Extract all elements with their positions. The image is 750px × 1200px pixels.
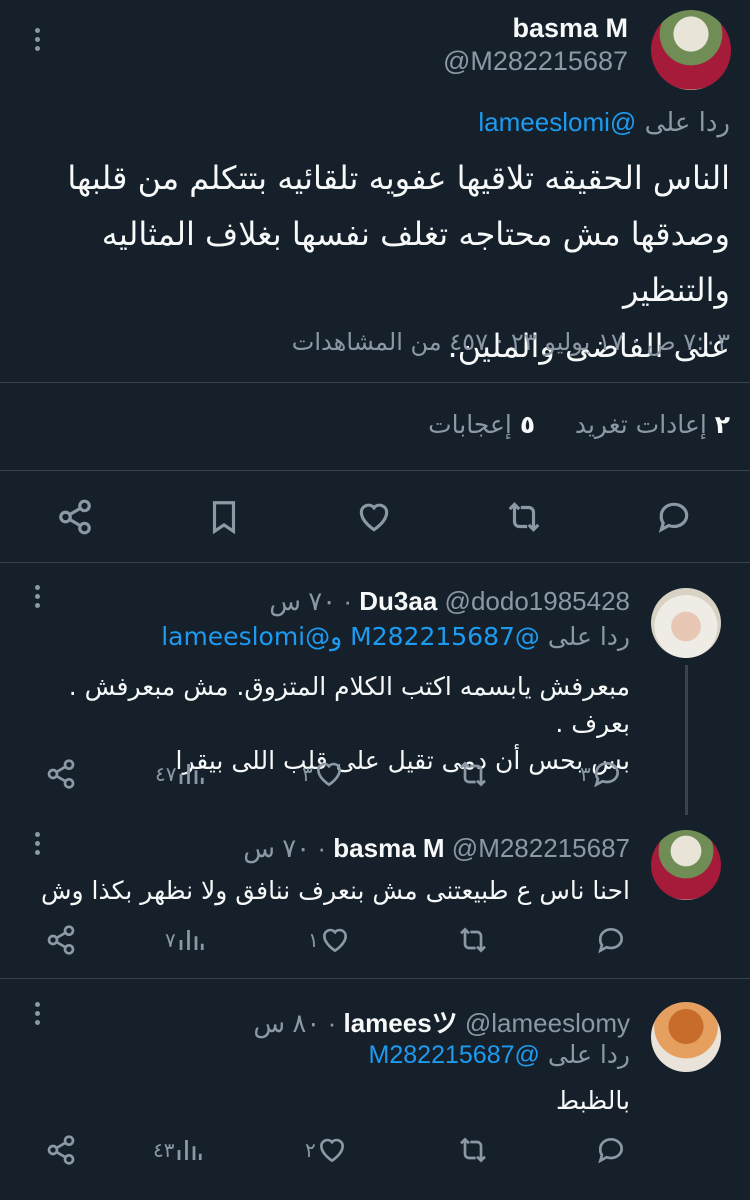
like-button[interactable]: ٢ (305, 1134, 348, 1166)
retweet-icon (460, 761, 486, 787)
reply-to-link[interactable]: @M282215687 و@lameeslomi (161, 622, 540, 651)
reply-to-link[interactable]: @M282215687 (369, 1041, 540, 1069)
timestamp[interactable]: ٧٠ س (269, 586, 336, 616)
reply-header: Du3aa @dodo1985428 · ٧٠ س (269, 586, 630, 616)
share-button[interactable] (56, 498, 94, 536)
views-icon (180, 764, 205, 784)
share-icon (47, 759, 75, 789)
tweet-text: احنا ناس ع طبيعتنى مش بنعرف ننافق ولا نظ… (20, 872, 630, 909)
thread-line (685, 665, 688, 815)
tweet-text-line: وصدقها مش محتاجه تغلف نفسها بغلاف المثال… (101, 215, 730, 309)
avatar[interactable] (651, 588, 721, 658)
comment-icon (658, 502, 689, 533)
views-button[interactable]: ٤٣ (153, 1134, 204, 1166)
likes-count: ٣ (302, 762, 313, 786)
comment-icon (598, 928, 624, 954)
reply-to-link[interactable]: @lameeslomi (478, 107, 636, 137)
views-icon (178, 1140, 203, 1160)
comments-count: ٣ (580, 762, 591, 786)
share-button[interactable] (45, 1134, 77, 1166)
retweet-icon (460, 1137, 486, 1163)
reply-button[interactable] (655, 498, 693, 536)
reply-button[interactable] (595, 924, 627, 956)
views-count: ٤٧ (155, 762, 177, 786)
more-icon[interactable] (35, 1002, 40, 1025)
author-handle[interactable]: @M282215687 (452, 833, 630, 863)
retweet-button[interactable] (505, 498, 543, 536)
more-icon[interactable] (35, 585, 40, 608)
author-handle[interactable]: @lameeslomy (465, 1008, 630, 1038)
reply-context: ردا على @M282215687 (369, 1040, 630, 1070)
likes-count: ٥ (519, 410, 536, 439)
retweets-stat[interactable]: ٢ إعادات تغريد (567, 410, 730, 439)
heart-icon (319, 1138, 344, 1163)
more-icon[interactable] (35, 832, 40, 855)
reply-button[interactable]: ٣ (580, 758, 623, 790)
retweet-button[interactable] (457, 1134, 489, 1166)
retweets-count: ٢ (714, 410, 730, 439)
bookmark-button[interactable] (205, 498, 243, 536)
reply-context: ردا على @M282215687 و@lameeslomi (161, 622, 630, 651)
retweets-label: إعادات تغريد (574, 410, 707, 439)
comment-icon (598, 1138, 624, 1164)
tweet-text-line: مبعرفش يابسمه اكتب الكلام المتزوق. مش مب… (68, 672, 630, 738)
views-button[interactable]: ٧ (165, 924, 206, 956)
timestamp[interactable]: ٨٠ س (253, 1008, 320, 1038)
views-count: ٧ (165, 928, 176, 952)
views-count: ٤٣ (153, 1138, 175, 1162)
retweet-icon (508, 502, 540, 532)
tweet-text: بالظبط (20, 1082, 630, 1119)
like-button[interactable]: ٣ (302, 758, 345, 790)
author-name[interactable]: basma M (512, 13, 628, 44)
share-icon (47, 1135, 75, 1165)
share-button[interactable] (45, 758, 77, 790)
likes-label: إعجابات (428, 410, 512, 439)
heart-icon (316, 762, 341, 787)
retweet-button[interactable] (457, 924, 489, 956)
author-name[interactable]: Du3aa (359, 586, 437, 616)
likes-count: ١ (308, 928, 319, 952)
reply-context: ردا على @lameeslomi (478, 107, 730, 138)
comment-icon (593, 762, 619, 788)
avatar[interactable] (651, 1002, 721, 1072)
views-icon (179, 930, 204, 950)
like-button[interactable]: ١ (308, 924, 351, 956)
share-icon (59, 499, 91, 535)
avatar[interactable] (651, 830, 721, 900)
author-name[interactable]: basma M (333, 833, 444, 863)
author-name[interactable]: lameesツ (343, 1008, 457, 1038)
reply-prefix: ردا على (547, 1040, 630, 1069)
tweet-text-line: بالظبط (556, 1086, 630, 1115)
reply-prefix: ردا على (547, 622, 630, 651)
tweet-meta: ٧:٠٣ ص · ١٧ يوليو ٢٣ · ٤٥٧ من المشاهدات (291, 328, 730, 356)
retweet-icon (460, 927, 486, 953)
reply-header: basma M @M282215687 · ٧٠ س (243, 833, 630, 863)
heart-icon (322, 928, 347, 953)
more-icon[interactable] (35, 28, 40, 51)
author-handle[interactable]: @dodo1985428 (445, 586, 630, 616)
likes-stat[interactable]: ٥ إعجابات (428, 410, 535, 439)
likes-count: ٢ (305, 1138, 316, 1162)
share-icon (47, 925, 75, 955)
share-button[interactable] (45, 924, 77, 956)
like-button[interactable] (355, 498, 393, 536)
tweet-stats: ٢ إعادات تغريد ٥ إعجابات (428, 410, 730, 439)
heart-icon (359, 503, 389, 532)
bookmark-icon (212, 501, 236, 535)
reply-prefix: ردا على (644, 108, 730, 138)
tweet-text-line: الناس الحقيقه تلاقيها عفويه تلقائيه بتتك… (67, 159, 730, 197)
reply-header: lameesツ @lameeslomy · ٨٠ س (253, 1008, 630, 1038)
retweet-button[interactable] (457, 758, 489, 790)
views-button[interactable]: ٤٧ (155, 758, 206, 790)
avatar[interactable] (651, 10, 731, 90)
tweet-text-line: احنا ناس ع طبيعتنى مش بنعرف ننافق ولا نظ… (40, 876, 630, 905)
reply-button[interactable] (595, 1134, 627, 1166)
author-handle[interactable]: @M282215687 (443, 46, 628, 77)
timestamp[interactable]: ٧٠ س (243, 833, 310, 863)
